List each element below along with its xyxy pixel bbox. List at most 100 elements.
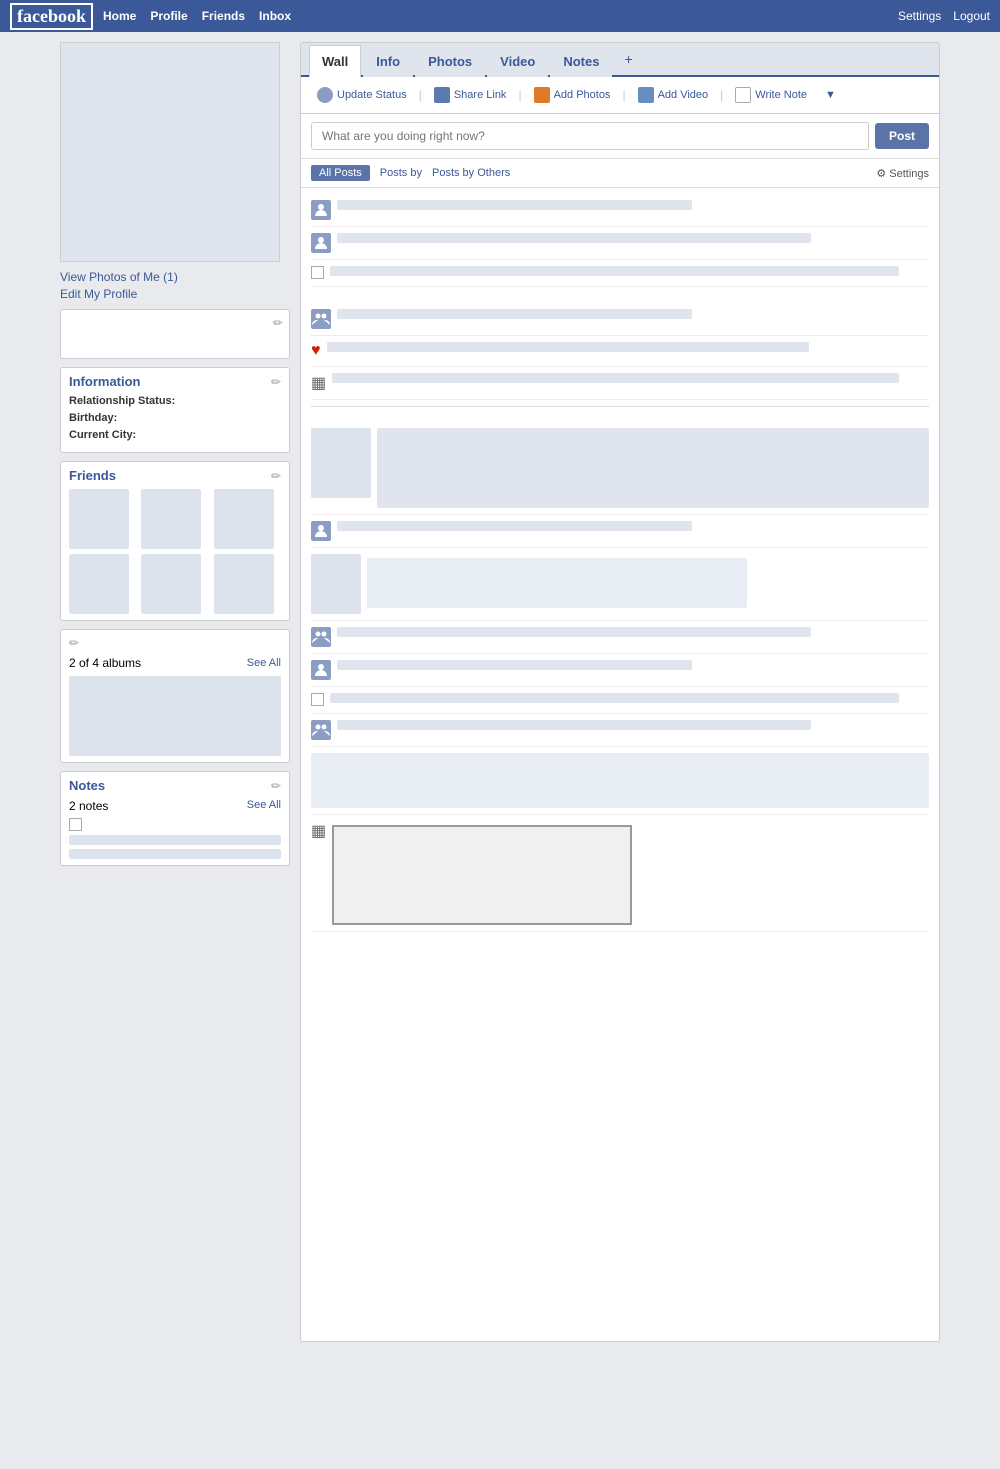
post-row-14 — [311, 747, 929, 815]
nav-home[interactable]: Home — [103, 9, 136, 23]
posts-by-filter[interactable]: Posts by — [380, 167, 422, 179]
tab-info[interactable]: Info — [363, 45, 413, 77]
post-row-3 — [311, 260, 929, 287]
post-line-1a — [337, 200, 692, 210]
bio-box: ✏ — [60, 309, 290, 359]
post-content-13 — [337, 720, 929, 734]
albums-see-all[interactable]: See All — [247, 657, 281, 669]
tab-photos[interactable]: Photos — [415, 45, 485, 77]
post-line-5a — [327, 342, 809, 352]
post-content-4 — [337, 309, 929, 323]
post-avatar-11 — [311, 660, 331, 680]
post-line-13a — [337, 720, 811, 730]
friend-thumb-6[interactable] — [214, 554, 274, 614]
top-navigation: facebook Home Profile Friends Inbox Sett… — [0, 0, 1000, 32]
albums-edit-icon[interactable]: ✏ — [69, 636, 79, 650]
post-content-3 — [330, 266, 929, 280]
sidebar: View Photos of Me (1) Edit My Profile ✏ … — [60, 42, 290, 1342]
note-line-1 — [69, 835, 281, 845]
post-content-12 — [330, 693, 929, 707]
post-thumb-9 — [311, 554, 361, 614]
info-header: Information ✏ — [69, 374, 281, 389]
post-avatar-2 — [311, 233, 331, 253]
actions-dropdown[interactable]: ▼ — [819, 87, 842, 103]
post-row-11 — [311, 654, 929, 687]
albums-count: 2 of 4 albums — [69, 656, 141, 670]
posts-by-others-filter[interactable]: Posts by Others — [432, 167, 510, 179]
status-input[interactable] — [311, 122, 869, 150]
post-content-10 — [337, 627, 929, 641]
divider-4: | — [720, 88, 723, 102]
status-input-row: Post — [311, 122, 929, 150]
post-row-1 — [311, 194, 929, 227]
friend-thumb-1[interactable] — [69, 489, 129, 549]
nav-friends[interactable]: Friends — [202, 9, 245, 23]
post-row-6: ▦ — [311, 367, 929, 400]
information-section: Information ✏ Relationship Status: Birth… — [60, 367, 290, 453]
post-line-8a — [337, 521, 692, 531]
albums-header: ✏ — [69, 636, 281, 650]
add-video-button[interactable]: Add Video — [632, 85, 715, 105]
nav-right-links: Settings Logout — [898, 9, 990, 23]
tab-wall[interactable]: Wall — [309, 45, 361, 77]
post-content-8 — [337, 521, 929, 535]
post-avatar-1 — [311, 200, 331, 220]
friend-thumb-4[interactable] — [69, 554, 129, 614]
post-row-10 — [311, 621, 929, 654]
post-content-6 — [332, 373, 929, 387]
bio-edit-icon[interactable]: ✏ — [273, 316, 283, 330]
spacer-1 — [311, 287, 929, 303]
post-row-9 — [311, 548, 929, 621]
post-line-3a — [330, 266, 899, 276]
facebook-logo: facebook — [10, 3, 93, 30]
tab-notes[interactable]: Notes — [550, 45, 612, 77]
view-photos-link[interactable]: View Photos of Me (1) — [60, 270, 290, 284]
post-checkbox-3[interactable] — [311, 266, 324, 279]
info-edit-icon[interactable]: ✏ — [271, 375, 281, 389]
relationship-row: Relationship Status: — [69, 395, 281, 407]
friends-section: Friends ✏ — [60, 461, 290, 621]
nav-settings[interactable]: Settings — [898, 9, 941, 23]
post-content-1 — [337, 200, 929, 214]
add-photos-label: Add Photos — [554, 89, 611, 101]
post-button[interactable]: Post — [875, 123, 929, 149]
post-avatar-8 — [311, 521, 331, 541]
friend-thumb-2[interactable] — [141, 489, 201, 549]
divider-3: | — [622, 88, 625, 102]
nav-logout[interactable]: Logout — [953, 9, 990, 23]
post-row-7 — [311, 422, 929, 515]
nav-links: Home Profile Friends Inbox — [103, 9, 291, 23]
write-note-button[interactable]: Write Note — [729, 85, 813, 105]
separator-1 — [311, 406, 929, 416]
filter-settings[interactable]: ⚙ Settings — [876, 167, 929, 180]
tab-add-icon[interactable]: + — [614, 43, 642, 75]
friends-edit-icon[interactable]: ✏ — [271, 469, 281, 483]
edit-profile-link[interactable]: Edit My Profile — [60, 287, 290, 301]
nav-inbox[interactable]: Inbox — [259, 9, 291, 23]
sidebar-notes-section: Notes ✏ 2 notes See All — [60, 771, 290, 866]
albums-count-row: 2 of 4 albums See All — [69, 656, 281, 670]
post-content-14 — [311, 753, 929, 808]
nav-profile[interactable]: Profile — [150, 9, 187, 23]
post-content-11 — [337, 660, 929, 674]
friend-thumb-5[interactable] — [141, 554, 201, 614]
update-status-button[interactable]: Update Status — [311, 85, 413, 105]
post-media-content-7 — [377, 428, 929, 508]
add-video-label: Add Video — [658, 89, 709, 101]
info-title: Information — [69, 374, 141, 389]
film-icon-15: ▦ — [311, 821, 326, 841]
main-content: Wall Info Photos Video Notes + Update St… — [300, 42, 940, 1342]
post-row-8 — [311, 515, 929, 548]
share-link-button[interactable]: Share Link — [428, 85, 513, 105]
notes-see-all[interactable]: See All — [247, 799, 281, 813]
profile-tabs: Wall Info Photos Video Notes + — [301, 43, 939, 77]
post-checkbox-12[interactable] — [311, 693, 324, 706]
note-checkbox-1[interactable] — [69, 818, 82, 831]
all-posts-filter[interactable]: All Posts — [311, 165, 370, 181]
note-item-1 — [69, 818, 281, 831]
friend-thumb-3[interactable] — [214, 489, 274, 549]
notes-edit-icon[interactable]: ✏ — [271, 779, 281, 793]
add-photos-button[interactable]: Add Photos — [528, 85, 617, 105]
action-bar: Update Status | Share Link | Add Photos … — [301, 77, 939, 114]
tab-video[interactable]: Video — [487, 45, 548, 77]
